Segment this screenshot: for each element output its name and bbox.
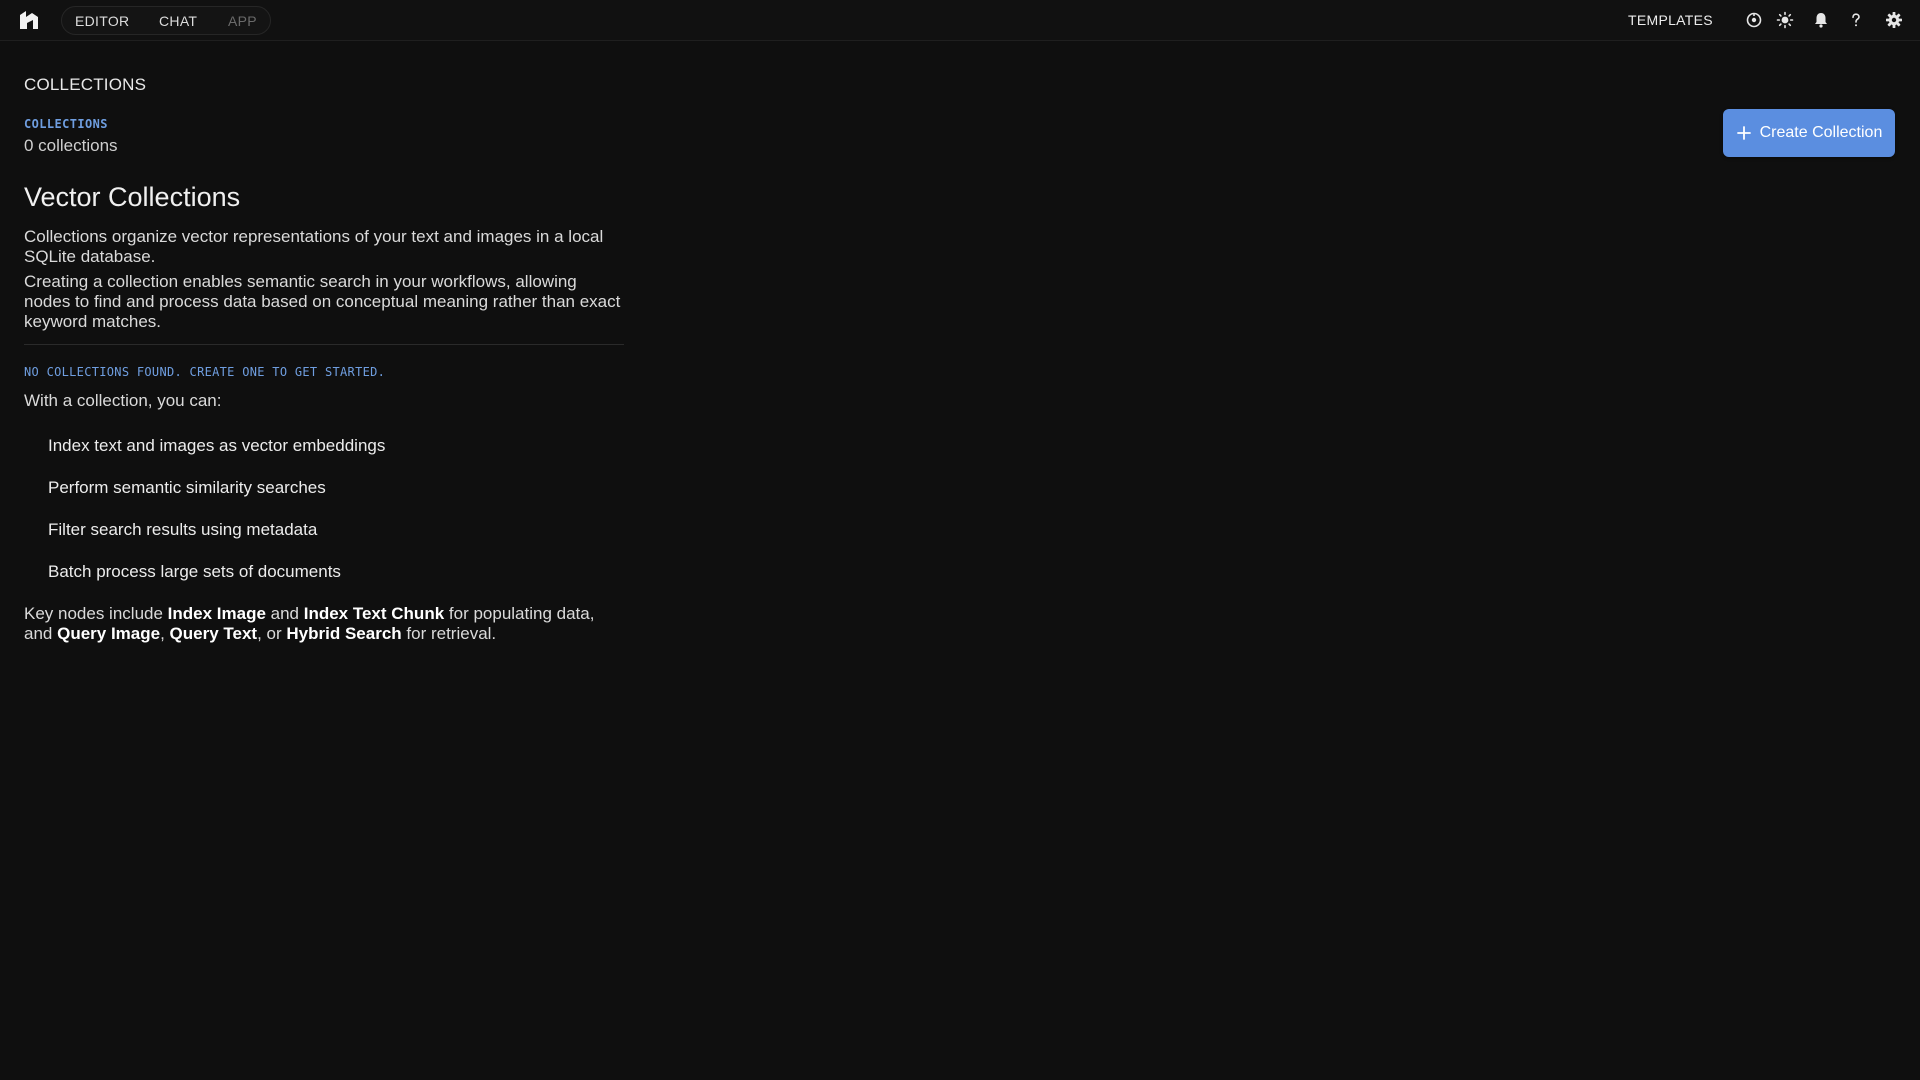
mode-switcher: EDITOR CHAT APP: [61, 6, 271, 35]
list-item: Filter search results using metadata: [48, 520, 318, 539]
description-paragraph: Collections organize vector representati…: [24, 227, 604, 266]
create-collection-button[interactable]: Create Collection: [1723, 109, 1895, 157]
list-item: Index text and images as vector embeddin…: [48, 436, 386, 455]
key-nodes-text: for retrieval.: [401, 624, 497, 643]
capabilities-list: Index text and images as vector embeddin…: [24, 436, 624, 582]
templates-link[interactable]: TEMPLATES: [1628, 11, 1713, 29]
node-name-hybrid-search: Hybrid Search: [286, 624, 402, 643]
logo-icon[interactable]: [18, 9, 40, 31]
page-title: COLLECTIONS: [24, 75, 147, 94]
collection-count: 0 collections: [24, 136, 118, 155]
list-item: Perform semantic similarity searches: [48, 478, 326, 497]
description-paragraph: Creating a collection enables semantic s…: [24, 272, 621, 331]
vector-collections-heading: Vector Collections: [24, 182, 241, 212]
empty-state-notice: NO COLLECTIONS FOUND. CREATE ONE TO GET …: [24, 365, 386, 379]
list-item: Batch process large sets of documents: [48, 562, 341, 581]
top-bar: EDITOR CHAT APP TEMPLATES: [0, 0, 1920, 41]
workflow-status-icon[interactable]: [1745, 11, 1763, 29]
plus-icon: [1736, 126, 1751, 140]
node-name-query-image: Query Image: [57, 624, 161, 643]
node-name-index-text-chunk: Index Text Chunk: [303, 604, 445, 623]
capabilities-intro: With a collection, you can:: [24, 391, 222, 410]
key-nodes-text: , or: [257, 624, 287, 643]
tab-chat[interactable]: CHAT: [159, 12, 197, 30]
key-nodes-text: ,: [160, 624, 170, 643]
collections-info-panel: Vector Collections Collections organize …: [24, 180, 624, 644]
bell-icon[interactable]: [1812, 11, 1830, 29]
node-name-query-text: Query Text: [169, 624, 258, 643]
tab-editor[interactable]: EDITOR: [75, 12, 129, 30]
key-nodes-paragraph: Key nodes include Index Image and Index …: [24, 604, 624, 644]
key-nodes-text: Key nodes include: [24, 604, 168, 623]
node-name-index-image: Index Image: [167, 604, 266, 623]
create-collection-label: Create Collection: [1759, 124, 1883, 141]
gear-icon[interactable]: [1885, 11, 1903, 29]
key-nodes-text: and: [265, 604, 304, 623]
tab-app: APP: [228, 13, 257, 29]
divider: [24, 344, 624, 345]
section-label: COLLECTIONS: [24, 117, 108, 131]
theme-sun-icon[interactable]: [1776, 11, 1794, 29]
help-icon[interactable]: [1847, 11, 1865, 29]
